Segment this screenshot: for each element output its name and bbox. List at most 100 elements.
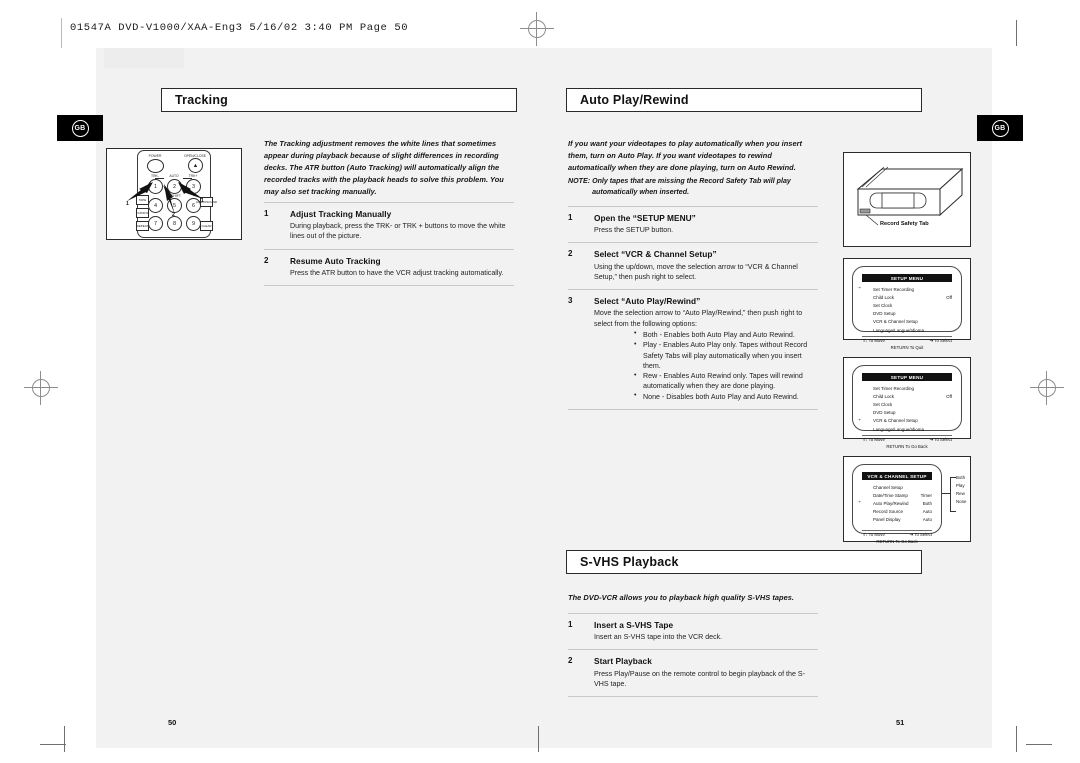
- osd-row-label: Set Timer Recording: [873, 286, 915, 292]
- step-item: 2 Resume Auto Tracking Press the ATR but…: [264, 248, 514, 285]
- osd-row-label: Set Timer Recording: [873, 385, 915, 391]
- step-body: Press Play/Pause on the remote control t…: [594, 669, 805, 688]
- step-title: Start Playback: [594, 656, 652, 667]
- language-tab-right: GB: [977, 115, 1023, 141]
- step-number: 3: [568, 296, 573, 306]
- osd-row: ➝ VCR & Channel Setup: [857, 417, 952, 425]
- osd-row: Set Clock: [862, 400, 952, 408]
- cassette-caption: Record Safety Tab: [880, 221, 929, 227]
- osd-row-list: ➝ Set Timer Recording Child Lock Off Set C…: [857, 285, 952, 334]
- step-item: 2 Start Playback Press Play/Pause on the…: [568, 649, 818, 696]
- osd-row-label: Set Clock: [873, 302, 893, 308]
- section-title-svhs-playback: S-VHS Playback: [566, 550, 922, 574]
- osd-row-label: Language/Langue/Idioma: [873, 426, 925, 432]
- osd-footer: ↑/↓ To Move ➔ To Select: [862, 437, 952, 443]
- auto-play-note: NOTE: Only tapes that are missing the Re…: [568, 176, 823, 199]
- osd-title: VCR & CHANNEL SETUP: [862, 472, 932, 480]
- osd-row-label: Child Lock: [873, 294, 895, 300]
- page-number-right: 51: [896, 718, 905, 727]
- vhs-cassette-drawing: [856, 166, 964, 226]
- osd-row-value: Auto: [922, 517, 932, 523]
- osd-row: Date/Time Stamp Timer: [862, 491, 932, 499]
- section-title-auto-play-rewind: Auto Play/Rewind: [566, 88, 922, 112]
- bullet-item: Play - Enables Auto Play only. Tapes wit…: [634, 340, 818, 371]
- osd-row-label: Child Lock: [873, 393, 895, 399]
- osd-row: Set Clock: [862, 301, 952, 309]
- step-title: Select “Auto Play/Rewind”: [594, 296, 701, 307]
- step-number: 2: [568, 249, 573, 259]
- bullet-item: Both - Enables both Auto Play and Auto R…: [634, 329, 818, 340]
- step-item: 1 Open the “SETUP MENU” Press the SETUP …: [568, 206, 818, 242]
- osd-screen: SETUP MENU ➝ Set Timer Recording Child Lo…: [852, 266, 962, 350]
- svhs-title-text: S-VHS Playback: [580, 555, 679, 569]
- remote-pointer-label-3: 1: [201, 198, 204, 204]
- step-body: During playback, press the TRK- or TRK +…: [290, 222, 506, 241]
- osd-row-label: Panel Display: [873, 517, 901, 523]
- option-item: None: [956, 499, 967, 505]
- osd-footer-return: RETURN To Quit: [890, 345, 924, 350]
- file-slug-line: 01547A DVD-V1000/XAA-Eng3 5/16/02 3:40 P…: [70, 22, 409, 34]
- osd-row-label: Auto Play/Rewind: [873, 500, 909, 506]
- bullet-item: None - Disables both Auto Play and Auto …: [634, 391, 818, 402]
- osd-row-value: Auto: [922, 509, 932, 515]
- osd-row: Language/Langue/Idioma: [862, 326, 952, 334]
- step-body: Move the selection arrow to “Auto Play/R…: [594, 309, 803, 328]
- osd-row: Channel Setup: [862, 483, 932, 491]
- svhs-steps: 1 Insert a S-VHS Tape Insert an S-VHS ta…: [568, 613, 818, 698]
- registration-mark-left: [24, 371, 58, 405]
- osd-row-label: Channel Setup: [873, 484, 903, 490]
- osd-foot-select: ➔ To Select: [929, 437, 952, 442]
- osd-row-value: Off: [946, 393, 952, 399]
- slug-tint: [104, 48, 184, 68]
- step-title: Select “VCR & Channel Setup”: [594, 249, 717, 260]
- language-tab-left: GB: [57, 115, 103, 141]
- step-title: Resume Auto Tracking: [290, 255, 381, 266]
- trim-mark-bottom-left-h: [40, 744, 66, 745]
- selection-arrow-icon: ➝: [857, 499, 861, 505]
- osd-foot-select: ➔ To Select: [909, 532, 932, 537]
- osd-row: DVD Setup: [862, 409, 952, 417]
- trim-mark-bottom-right-v: [1016, 726, 1017, 752]
- osd-foot-move: ↑/↓ To Move: [862, 532, 885, 537]
- auto-play-steps: 1 Open the “SETUP MENU” Press the SETUP …: [568, 206, 818, 410]
- osd-row: ➝ Set Timer Recording: [857, 285, 952, 293]
- remote-pointer-label-1: 1: [126, 201, 129, 207]
- option-item: Rew: [956, 491, 965, 497]
- step-body: Press the SETUP button.: [594, 226, 674, 235]
- step-item: 2 Select “VCR & Channel Setup” Using the…: [568, 242, 818, 289]
- osd-footer: ↑/↓ To Move ➔ To Select: [862, 532, 932, 538]
- osd-menu-illustration-3: VCR & CHANNEL SETUP Channel Setup Date/T…: [843, 456, 971, 544]
- tracking-intro-text: The Tracking adjustment removes the whit…: [264, 139, 504, 196]
- osd-row-value: Off: [946, 294, 952, 300]
- step-number: 2: [264, 255, 269, 265]
- options-list: Both Play Rew None: [956, 474, 967, 506]
- osd-row-label: Date/Time Stamp: [873, 492, 908, 498]
- trim-mark-bottom-center-v: [538, 726, 539, 752]
- osd-row-label: Record Source: [873, 509, 904, 515]
- auto-play-title-text: Auto Play/Rewind: [580, 93, 689, 107]
- remote-pointer-label-2: 2: [172, 212, 175, 218]
- step-item: 1 Insert a S-VHS Tape Insert an S-VHS ta…: [568, 613, 818, 649]
- remote-control-illustration: POWER OPEN/CLOSE ▲ TRK- AUTO TRK+ 1 2 3 …: [106, 148, 242, 240]
- note-label: NOTE:: [568, 177, 591, 185]
- registration-mark-top: [520, 12, 554, 46]
- osd-row-value: Timer: [920, 492, 932, 498]
- selection-arrow-icon: ➝: [857, 285, 861, 291]
- osd-menu-illustration-1: SETUP MENU ➝ Set Timer Recording Child Lo…: [843, 258, 971, 350]
- tracking-steps: 1 Adjust Tracking Manually During playba…: [264, 202, 514, 287]
- osd-title: SETUP MENU: [862, 373, 952, 381]
- osd-row-label: Set Clock: [873, 401, 893, 407]
- registration-mark-right: [1030, 371, 1064, 405]
- scanned-manual-spread: 01547A DVD-V1000/XAA-Eng3 5/16/02 3:40 P…: [0, 0, 1080, 763]
- osd-row: Child Lock Off: [862, 392, 952, 400]
- osd-foot-move: ↑/↓ To Move: [862, 338, 885, 343]
- osd-footer: ↑/↓ To Move ➔ To Select: [862, 338, 952, 344]
- option-item: Both: [956, 475, 966, 480]
- osd-separator: [862, 435, 952, 436]
- section-title-tracking: Tracking: [161, 88, 517, 112]
- gb-badge-right: GB: [991, 119, 1009, 137]
- osd-row-list: Channel Setup Date/Time Stamp Timer ➝ Auto…: [857, 483, 932, 524]
- osd-foot-move: ↑/↓ To Move: [862, 437, 885, 442]
- trim-mark-top-right-v: [1016, 20, 1017, 46]
- osd-row: ➝ Auto Play/Rewind Both: [857, 499, 932, 507]
